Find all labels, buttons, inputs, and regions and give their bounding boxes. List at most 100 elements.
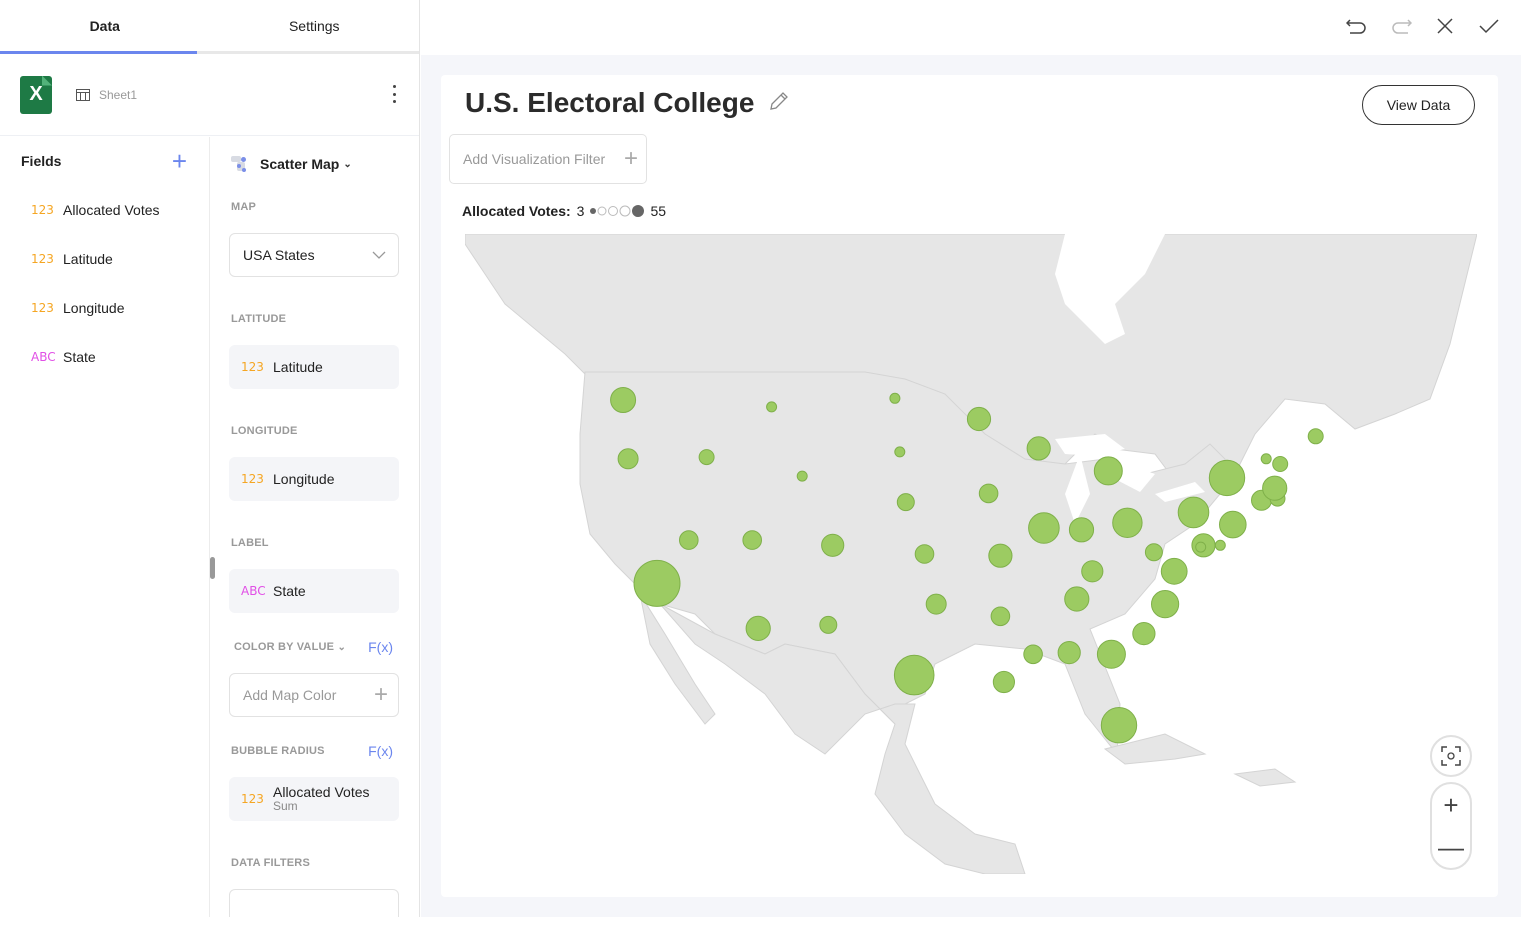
longitude-label: LONGITUDE (231, 425, 298, 437)
field-item-latitude[interactable]: 123 Latitude (0, 234, 209, 283)
bubble-oklahoma[interactable] (925, 593, 947, 615)
bubble-new-jersey[interactable] (1219, 510, 1247, 539)
map-select-value: USA States (243, 247, 315, 263)
bubble-north-dakota[interactable] (889, 392, 901, 404)
bubble-south-dakota[interactable] (894, 446, 906, 458)
field-label: Allocated Votes (63, 201, 160, 218)
bubble-colorado[interactable] (821, 533, 845, 557)
check-icon[interactable] (1477, 14, 1501, 38)
bubble-louisiana[interactable] (992, 670, 1016, 694)
radius-formula-button[interactable]: F(x) (368, 743, 393, 759)
bubble-pennsylvania[interactable] (1177, 496, 1210, 529)
bubble-minnesota[interactable] (966, 406, 992, 432)
bubble-wyoming[interactable] (796, 470, 808, 482)
bubble-mississippi[interactable] (1023, 644, 1043, 665)
legend-size-dots (589, 204, 645, 218)
app: Data Settings X Sheet1 Fields + 123 Allo… (0, 0, 1521, 929)
bubble-michigan[interactable] (1093, 456, 1123, 486)
bubble-new-mexico[interactable] (819, 615, 838, 634)
zoom-in-button[interactable]: + (1436, 790, 1466, 820)
bubble-new-york[interactable] (1208, 459, 1246, 497)
field-label: State (63, 348, 96, 365)
bubble-virginia[interactable] (1160, 557, 1188, 585)
add-field-button[interactable]: + (172, 148, 187, 174)
pencil-icon[interactable] (768, 90, 790, 117)
bubble-tennessee[interactable] (1064, 586, 1090, 612)
bubble-arkansas[interactable] (990, 606, 1011, 627)
bubble-texas[interactable] (893, 654, 935, 696)
scatter-map[interactable] (465, 234, 1477, 874)
map-select[interactable]: USA States (229, 233, 399, 277)
visualization-area: U.S. Electoral College View Data Add Vis… (421, 0, 1521, 917)
bubble-ohio[interactable] (1112, 507, 1143, 538)
legend-min: 3 (576, 203, 585, 219)
bubble-south-carolina[interactable] (1132, 622, 1156, 646)
bubble-missouri[interactable] (988, 543, 1013, 568)
redo-icon[interactable] (1389, 14, 1413, 38)
number-type-icon: 123 (241, 792, 264, 806)
sheet-name[interactable]: Sheet1 (99, 88, 137, 102)
bubble-delaware[interactable] (1214, 539, 1226, 551)
fit-to-view-button[interactable] (1430, 735, 1472, 777)
bubble-maine[interactable] (1307, 428, 1324, 445)
bubble-district-of-columbia[interactable] (1195, 541, 1207, 553)
scatter-map-icon (229, 154, 251, 174)
table-icon (76, 88, 90, 101)
map-canvas (465, 234, 1477, 874)
bubble-kansas[interactable] (914, 544, 935, 564)
visualization-config: Scatter Map ⌄ MAP USA States LATITUDE 12… (211, 137, 419, 917)
bubble-georgia[interactable] (1096, 639, 1126, 669)
zoom-out-button[interactable]: — (1436, 832, 1466, 862)
field-item-longitude[interactable]: 123 Longitude (0, 283, 209, 332)
chevron-down-icon (372, 251, 386, 259)
color-formula-button[interactable]: F(x) (368, 639, 393, 655)
top-toolbar (421, 0, 1521, 55)
view-data-button[interactable]: View Data (1362, 85, 1475, 125)
latitude-field-pill[interactable]: 123 Latitude (229, 345, 399, 389)
bubble-utah[interactable] (742, 530, 763, 550)
more-options-icon[interactable] (393, 85, 397, 103)
bubble-indiana[interactable] (1068, 517, 1095, 543)
bubble-iowa[interactable] (978, 483, 999, 504)
add-data-filter-button[interactable] (229, 889, 399, 917)
longitude-field-pill[interactable]: 123 Longitude (229, 457, 399, 501)
bubble-radius-field-pill[interactable]: 123 Allocated Votes Sum (229, 777, 399, 821)
tab-data[interactable]: Data (0, 0, 210, 51)
close-icon[interactable] (1433, 14, 1457, 38)
add-visualization-filter-button[interactable]: Add Visualization Filter + (449, 134, 647, 184)
field-item-allocated-votes[interactable]: 123 Allocated Votes (0, 185, 209, 234)
bubble-wisconsin[interactable] (1026, 436, 1051, 461)
tab-settings[interactable]: Settings (210, 0, 420, 51)
label-field-pill[interactable]: ABC State (229, 569, 399, 613)
bubble-north-carolina[interactable] (1151, 590, 1180, 619)
bubble-vermont[interactable] (1260, 453, 1272, 465)
field-item-state[interactable]: ABC State (0, 332, 209, 381)
undo-icon[interactable] (1345, 14, 1369, 38)
bubble-arizona[interactable] (745, 615, 771, 641)
bubble-montana[interactable] (766, 401, 778, 413)
bubble-washington[interactable] (610, 387, 637, 413)
add-map-color-button[interactable]: Add Map Color + (229, 673, 399, 717)
viz-type-selector[interactable]: Scatter Map ⌄ (211, 137, 419, 191)
bubble-oregon[interactable] (617, 448, 639, 470)
bubble-massachusetts[interactable] (1262, 475, 1288, 501)
bubble-florida[interactable] (1100, 707, 1138, 744)
bubble-new-hampshire[interactable] (1272, 456, 1289, 472)
bubble-west-virginia[interactable] (1144, 543, 1163, 562)
excel-icon: X (20, 75, 52, 114)
bubble-alabama[interactable] (1057, 641, 1081, 665)
number-type-icon: 123 (31, 202, 54, 217)
bubble-california[interactable] (633, 559, 681, 607)
bubble-illinois[interactable] (1028, 512, 1060, 544)
field-label: Longitude (63, 299, 125, 316)
bubble-idaho[interactable] (698, 449, 715, 466)
visualization-title[interactable]: U.S. Electoral College (465, 87, 754, 119)
color-by-value-toggle[interactable]: COLOR BY VALUE ⌄ (211, 641, 346, 653)
map-label: MAP (231, 201, 257, 213)
bubble-nebraska[interactable] (896, 493, 915, 512)
number-type-icon: 123 (241, 472, 264, 486)
bubble-nevada[interactable] (679, 530, 699, 550)
pill-label: Longitude (273, 471, 335, 487)
bubble-kentucky[interactable] (1081, 560, 1104, 583)
excel-letter: X (29, 83, 43, 105)
